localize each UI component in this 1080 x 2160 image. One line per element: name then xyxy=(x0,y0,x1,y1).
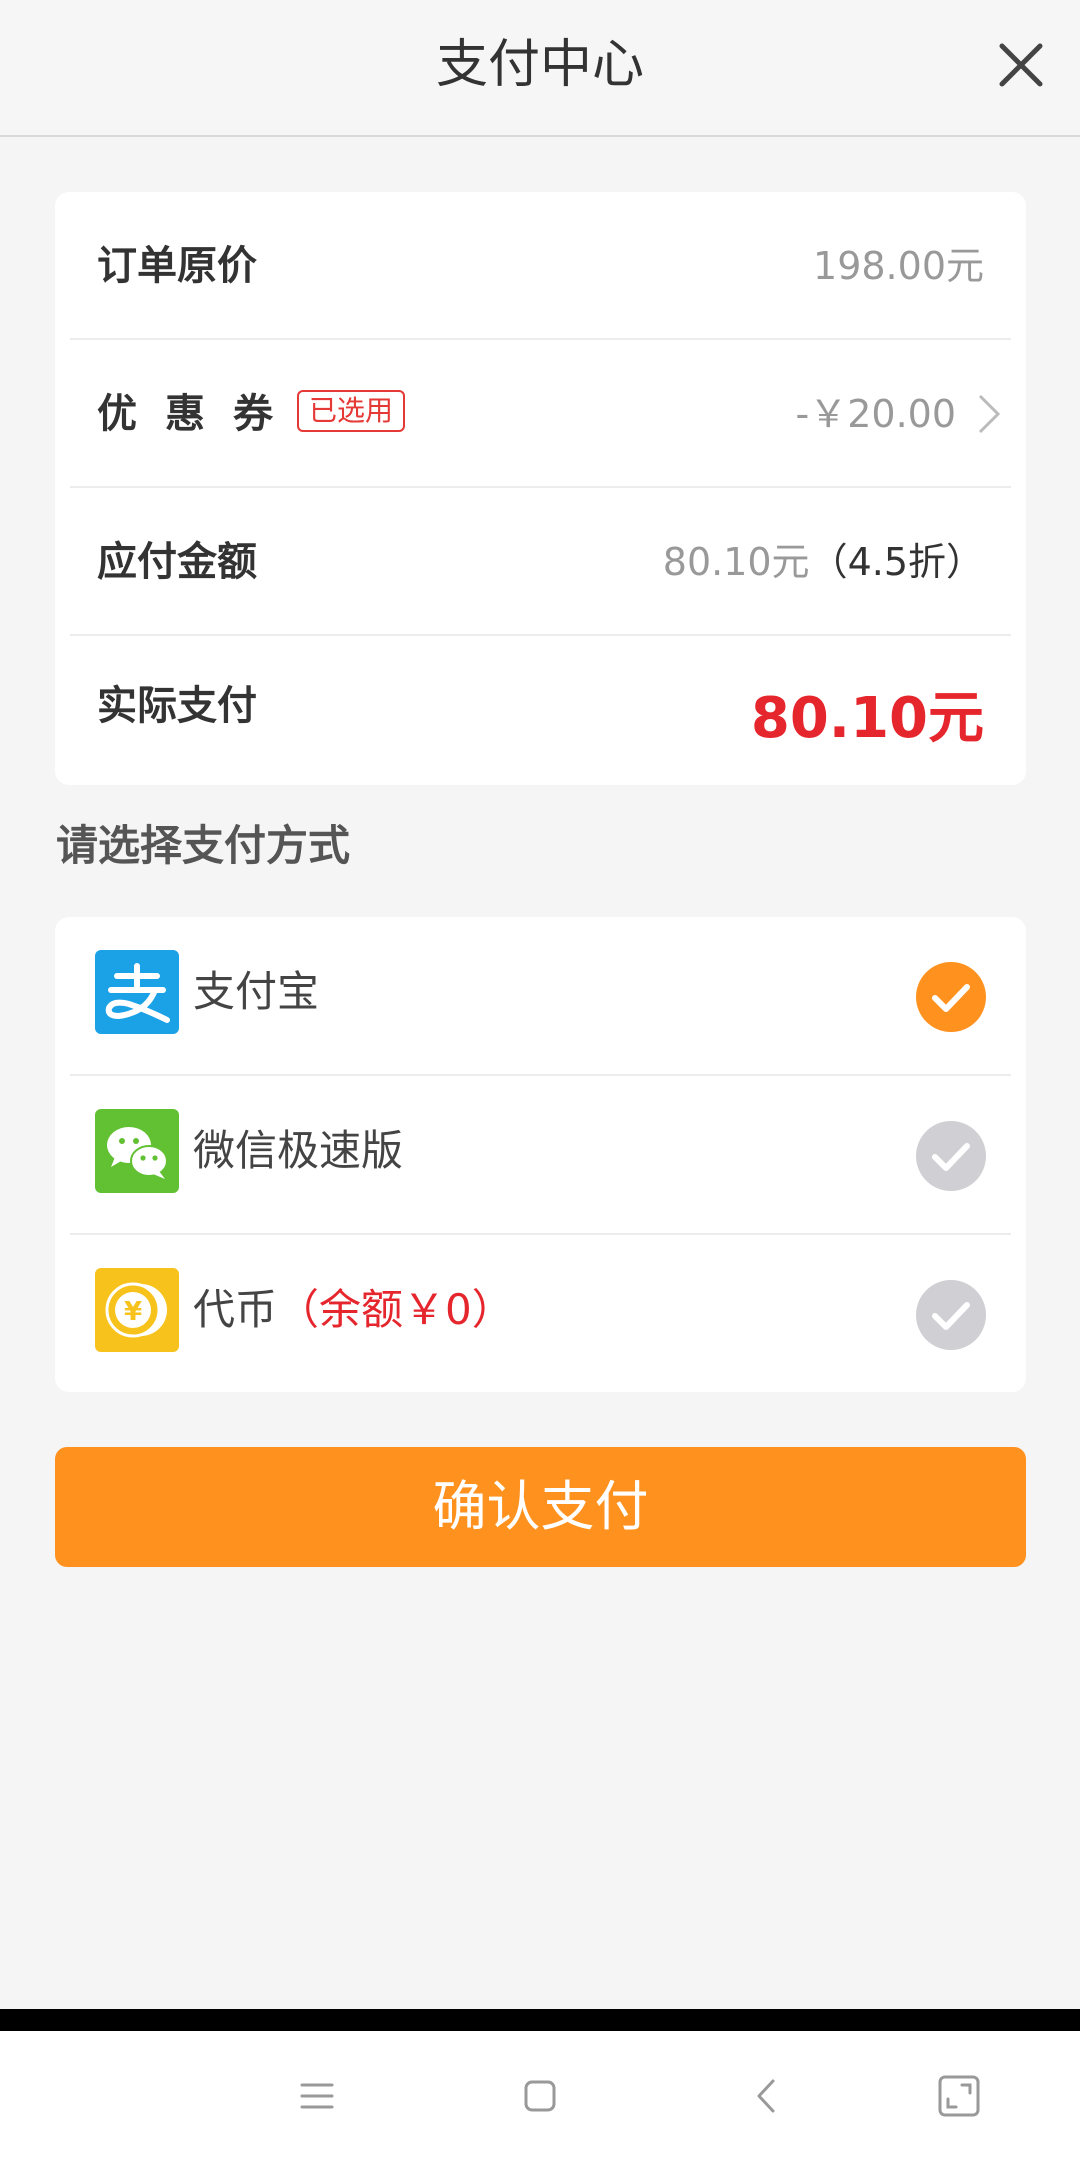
system-navigation-bar xyxy=(0,2031,1080,2160)
original-price-value: 198.00元 xyxy=(813,244,984,288)
coin-label: 代币 xyxy=(193,1285,278,1334)
menu-icon xyxy=(300,2083,334,2109)
payment-method-label: 微信极速版 xyxy=(193,1121,403,1181)
home-button[interactable] xyxy=(505,2061,575,2131)
menu-button[interactable] xyxy=(282,2061,352,2131)
back-icon xyxy=(757,2079,775,2113)
fullscreen-icon xyxy=(938,2075,980,2117)
close-icon xyxy=(999,43,1043,87)
selected-check-icon[interactable] xyxy=(916,962,986,1032)
wechat-label: 微信极速版 xyxy=(193,1126,404,1175)
svg-text:¥: ¥ xyxy=(124,1297,142,1327)
page-title: 支付中心 xyxy=(435,35,644,95)
payment-method-alipay[interactable]: 支付宝 xyxy=(55,917,1026,1075)
header-bar: 支付中心 xyxy=(0,0,1080,137)
payment-method-label: 代币（余额￥0） xyxy=(193,1280,514,1340)
coupon-label: 优惠券 xyxy=(97,391,301,437)
home-icon xyxy=(524,2080,556,2112)
coupon-selected-badge: 已选用 xyxy=(297,390,406,432)
black-strip xyxy=(0,2009,1080,2031)
payable-discount: （4.5折） xyxy=(809,540,984,584)
alipay-icon xyxy=(95,950,179,1034)
payment-methods-card: 支付宝 微信极速版 ¥ 代币（余额￥0） xyxy=(55,917,1026,1392)
payment-center-screen: 支付中心 订单原价 198.00元 优惠券 -￥20.00 已选用 应付金额 8… xyxy=(0,0,1080,2160)
payable-value: 80.10元 xyxy=(662,540,810,584)
payable-value-group: 80.10元（4.5折） xyxy=(663,532,984,592)
wechat-icon xyxy=(95,1109,179,1193)
actual-payment-value: 80.10元 xyxy=(750,686,984,751)
order-summary-card: 订单原价 198.00元 优惠券 -￥20.00 已选用 应付金额 80.10元… xyxy=(55,192,1026,785)
payable-label: 应付金额 xyxy=(97,539,257,585)
alipay-label: 支付宝 xyxy=(193,967,320,1016)
original-price-label: 订单原价 xyxy=(97,243,257,289)
coin-balance: （余额￥0） xyxy=(277,1285,514,1334)
chevron-right-icon xyxy=(978,394,1001,434)
actual-payment-row: 实际支付 80.10元 xyxy=(55,636,1026,784)
unselected-check-icon[interactable] xyxy=(916,1121,986,1191)
fullscreen-button[interactable] xyxy=(924,2061,994,2131)
payment-method-section-title: 请选择支付方式 xyxy=(56,821,351,870)
actual-payment-label: 实际支付 xyxy=(97,683,257,729)
payment-method-coin[interactable]: ¥ 代币（余额￥0） xyxy=(55,1235,1026,1393)
coupon-row[interactable]: 优惠券 -￥20.00 xyxy=(55,340,1026,488)
payable-row: 应付金额 80.10元（4.5折） xyxy=(55,488,1026,636)
confirm-payment-button[interactable]: 确认支付 xyxy=(55,1447,1026,1567)
unselected-check-icon[interactable] xyxy=(916,1280,986,1350)
payment-method-wechat[interactable]: 微信极速版 xyxy=(55,1076,1026,1234)
close-button[interactable] xyxy=(992,36,1050,94)
back-button[interactable] xyxy=(731,2061,801,2131)
coin-icon: ¥ xyxy=(95,1268,179,1352)
payment-method-label: 支付宝 xyxy=(193,962,319,1022)
coupon-value: -￥20.00 xyxy=(795,392,957,436)
original-price-row: 订单原价 198.00元 xyxy=(55,192,1026,340)
